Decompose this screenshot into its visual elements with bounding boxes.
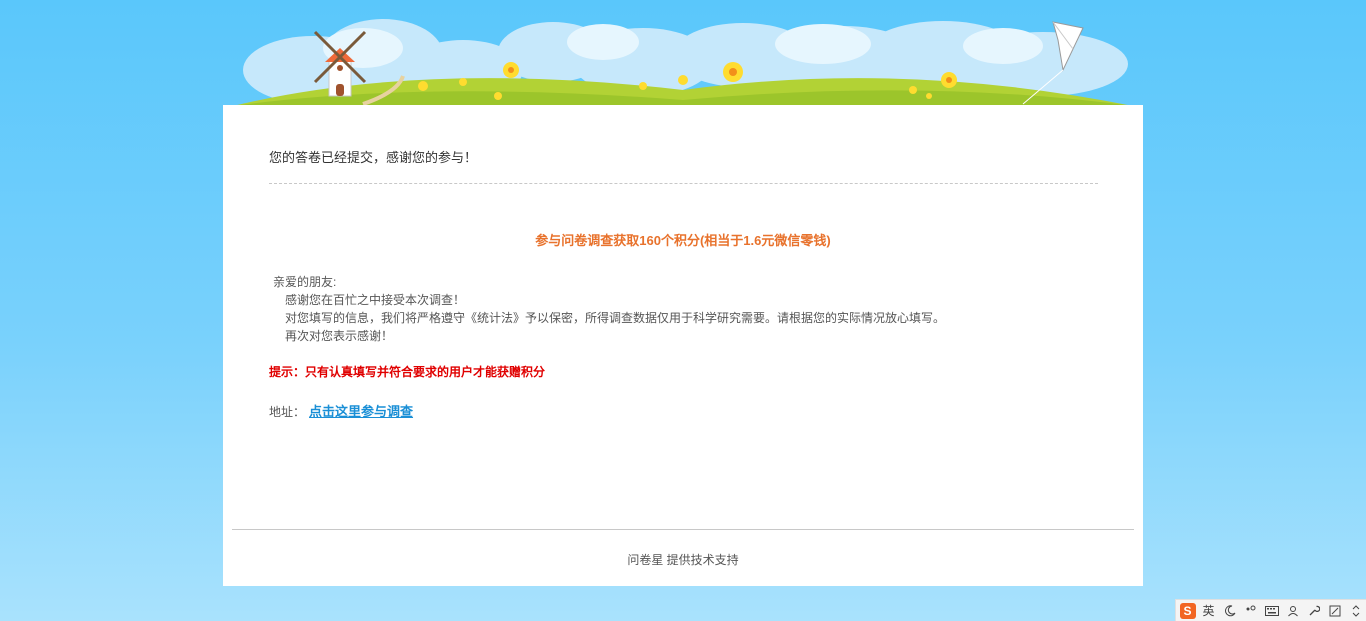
ime-toolbar: S 英 xyxy=(1175,599,1366,621)
intro-line: 对您填写的信息，我们将严格遵守《统计法》予以保密，所得调查数据仅用于科学研究需要… xyxy=(285,311,946,325)
footer-credit: 问卷星 提供技术支持 xyxy=(627,553,739,567)
header-banner xyxy=(223,0,1143,106)
user-icon[interactable] xyxy=(1283,602,1302,620)
moon-icon[interactable] xyxy=(1220,602,1239,620)
survey-link[interactable]: 点击这里参与调查 xyxy=(309,404,413,419)
ime-mode-button[interactable]: 英 xyxy=(1199,602,1218,620)
sogou-logo-icon[interactable]: S xyxy=(1178,602,1197,620)
intro-line: 感谢您在百忙之中接受本次调查！ xyxy=(285,293,466,307)
footer-divider xyxy=(232,529,1134,530)
result-card: 您的答卷已经提交，感谢您的参与！ 参与问卷调查获取160个积分(相当于1.6元微… xyxy=(223,105,1143,586)
keyboard-icon[interactable] xyxy=(1262,602,1281,620)
address-label: 地址： xyxy=(269,405,306,419)
address-row: 地址： 点击这里参与调查 xyxy=(269,401,413,420)
reward-title: 参与问卷调查获取160个积分(相当于1.6元微信零钱) xyxy=(535,233,831,248)
wrench-icon[interactable] xyxy=(1304,602,1323,620)
skin-icon[interactable] xyxy=(1325,602,1344,620)
dashed-divider xyxy=(269,183,1098,184)
intro-line: 再次对您表示感谢！ xyxy=(285,329,394,343)
sogou-logo-label: S xyxy=(1179,602,1196,619)
more-icon[interactable] xyxy=(1346,602,1365,620)
submitted-message: 您的答卷已经提交，感谢您的参与！ xyxy=(269,150,478,165)
tip-text: 提示：只有认真填写并符合要求的用户才能获赠积分 xyxy=(269,365,546,379)
intro-greeting: 亲爱的朋友: xyxy=(273,275,337,289)
punctuation-icon[interactable] xyxy=(1241,602,1260,620)
intro-text: 亲爱的朋友: 感谢您在百忙之中接受本次调查！ 对您填写的信息，我们将严格遵守《统… xyxy=(273,273,945,345)
